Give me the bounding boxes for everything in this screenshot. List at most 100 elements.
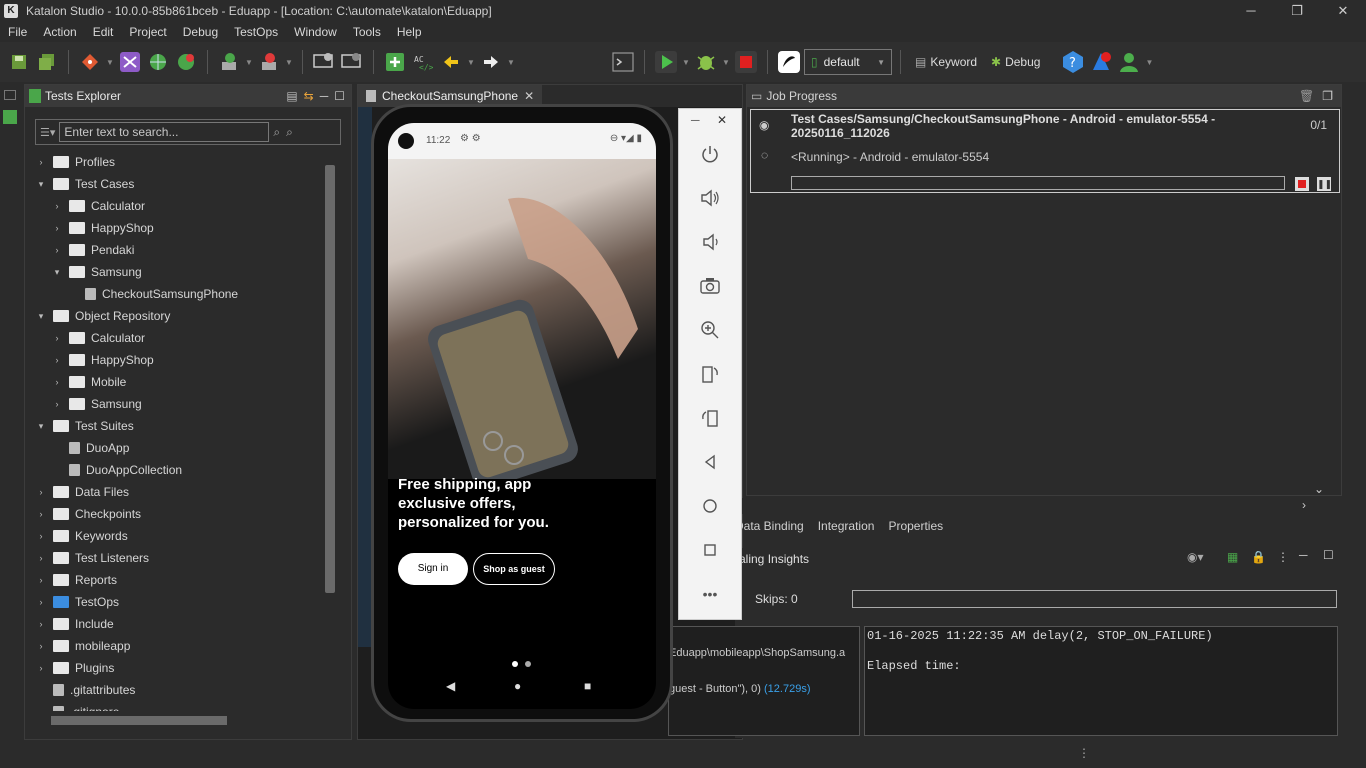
overview-nav-icon[interactable] <box>697 537 723 563</box>
chevron-right-icon[interactable]: › <box>35 157 47 167</box>
chevron-down-icon[interactable]: ▾ <box>35 179 47 190</box>
tree-item[interactable]: ▾ Test Suites <box>35 415 331 437</box>
phone-screen[interactable]: 11:22 ⚙ ⚙ ⊖ ▾◢ ▮ Free shipping, app excl… <box>388 123 656 709</box>
run-icon[interactable] <box>653 49 679 75</box>
restore-button[interactable]: ❐ <box>1274 0 1320 22</box>
minimize-console-icon[interactable]: ─ <box>1299 548 1308 562</box>
chevron-right-icon[interactable]: › <box>35 575 47 585</box>
power-icon[interactable] <box>697 141 723 167</box>
nav-home-icon[interactable]: ● <box>514 679 521 693</box>
volume-up-icon[interactable] <box>697 185 723 211</box>
web-spy-icon[interactable] <box>145 49 171 75</box>
mobile-record-icon[interactable] <box>256 49 282 75</box>
lock-icon[interactable]: 🔒 <box>1251 550 1266 564</box>
menu-testops[interactable]: TestOps <box>226 25 286 39</box>
close-tab-icon[interactable]: ✕ <box>524 89 534 103</box>
tree-item[interactable]: › Profiles <box>35 151 331 173</box>
git-dropdown-icon[interactable]: ▼ <box>105 58 115 67</box>
clear-jobs-icon[interactable]: 🗑 <box>1299 89 1314 103</box>
tree-item[interactable]: › Samsung <box>35 393 331 415</box>
tree-item[interactable]: › Data Files <box>35 481 331 503</box>
tree-item[interactable]: DuoApp <box>35 437 331 459</box>
view-icon[interactable]: ◉▾ <box>1187 550 1204 564</box>
tree-item[interactable]: › Calculator <box>35 327 331 349</box>
advanced-search-icon[interactable]: ⌕ <box>286 125 293 140</box>
status-handle-icon[interactable]: ⋮ <box>1078 746 1090 760</box>
close-button[interactable]: ✕ <box>1320 0 1366 22</box>
run-dropdown-icon[interactable]: ▼ <box>681 58 691 67</box>
menu-debug[interactable]: Debug <box>175 25 226 39</box>
volume-down-icon[interactable] <box>697 229 723 255</box>
chevron-right-icon[interactable]: › <box>35 597 47 607</box>
forward-icon[interactable] <box>478 49 504 75</box>
chevron-right-icon[interactable]: › <box>35 619 47 629</box>
camera-icon[interactable] <box>697 273 723 299</box>
user-avatar-icon[interactable] <box>1116 49 1142 75</box>
emulator-minimize-icon[interactable]: ─ <box>691 113 700 127</box>
chevron-down-icon[interactable]: ▾ <box>35 421 47 432</box>
tree-item[interactable]: › TestOps <box>35 591 331 613</box>
execution-profile-select[interactable]: ▯ default ▼ <box>804 49 892 75</box>
menu-edit[interactable]: Edit <box>85 25 122 39</box>
chevron-down-icon[interactable]: ▾ <box>35 311 47 322</box>
minimize-panel-icon[interactable]: ─ <box>320 89 329 103</box>
nav-recents-icon[interactable]: ■ <box>584 679 591 693</box>
emulator-close-icon[interactable]: ✕ <box>717 113 727 127</box>
maximize-panel-icon[interactable]: ☐ <box>334 89 345 103</box>
tab-integration[interactable]: Integration <box>818 519 875 533</box>
tree-item[interactable]: DuoAppCollection <box>35 459 331 481</box>
chevron-right-icon[interactable]: › <box>51 333 63 343</box>
desktop-spy-icon[interactable] <box>311 49 337 75</box>
tree-item[interactable]: › HappyShop <box>35 217 331 239</box>
chevron-down-icon[interactable]: ▾ <box>51 267 63 278</box>
more-controls-icon[interactable]: ••• <box>697 581 723 607</box>
link-editor-icon[interactable]: ⇆ <box>304 89 314 103</box>
tests-explorer-tab[interactable]: Tests Explorer <box>29 89 121 103</box>
back-icon[interactable] <box>438 49 464 75</box>
tree-item[interactable]: ▾ Test Cases <box>35 173 331 195</box>
tree-horizontal-scrollbar[interactable] <box>35 713 323 727</box>
chevron-right-icon[interactable]: › <box>51 201 63 211</box>
collapse-all-icon[interactable]: ▤ <box>286 89 297 103</box>
chevron-right-icon[interactable]: › <box>35 553 47 563</box>
rotate-right-icon[interactable] <box>697 405 723 431</box>
tree-view-icon[interactable]: ▦ <box>1227 550 1238 564</box>
menu-action[interactable]: Action <box>35 25 84 39</box>
debug-run-dropdown-icon[interactable]: ▼ <box>721 58 731 67</box>
tree-item[interactable]: › Reports <box>35 569 331 591</box>
chevron-right-icon[interactable]: › <box>35 509 47 519</box>
search-icon[interactable]: ⌕ <box>273 125 280 140</box>
tree-item[interactable]: › Plugins <box>35 657 331 679</box>
chevron-right-icon[interactable]: › <box>51 245 63 255</box>
horizontal-scrollbar[interactable]: › <box>742 498 1328 514</box>
tree-item[interactable]: .gitignore <box>35 701 331 711</box>
back-nav-icon[interactable] <box>697 449 723 475</box>
shop-as-guest-button[interactable]: Shop as guest <box>473 553 555 585</box>
mobile-record-dropdown-icon[interactable]: ▼ <box>284 58 294 67</box>
scroll-right-icon[interactable]: › <box>1302 498 1306 512</box>
job-progress-title[interactable]: Job Progress <box>766 89 837 103</box>
desktop-record-icon[interactable] <box>339 49 365 75</box>
chevron-right-icon[interactable]: › <box>51 355 63 365</box>
stop-job-icon[interactable] <box>1295 177 1309 191</box>
more-options-icon[interactable]: ⋮ <box>1277 550 1289 564</box>
rotate-left-icon[interactable] <box>697 361 723 387</box>
chevron-right-icon[interactable]: › <box>35 531 47 541</box>
tree-item[interactable]: › Pendaki <box>35 239 331 261</box>
keyword-button[interactable]: ▤ Keyword <box>909 55 983 69</box>
chevron-right-icon[interactable]: › <box>35 663 47 673</box>
explorer-dock-icon[interactable] <box>3 110 17 124</box>
stop-icon[interactable] <box>733 49 759 75</box>
menu-project[interactable]: Project <box>121 25 174 39</box>
help-icon[interactable]: ? <box>1060 49 1086 75</box>
save-icon[interactable] <box>6 49 32 75</box>
tree-item[interactable]: .gitattributes <box>35 679 331 701</box>
web-record-icon[interactable] <box>173 49 199 75</box>
script-icon[interactable]: AC </> <box>410 49 436 75</box>
tab-properties[interactable]: Properties <box>888 519 943 533</box>
search-input[interactable] <box>59 122 270 142</box>
self-healing-insights-tab[interactable]: aling Insights <box>739 552 809 566</box>
user-dropdown-icon[interactable]: ▼ <box>1144 58 1154 67</box>
git-icon[interactable] <box>77 49 103 75</box>
tree-item[interactable]: › Test Listeners <box>35 547 331 569</box>
